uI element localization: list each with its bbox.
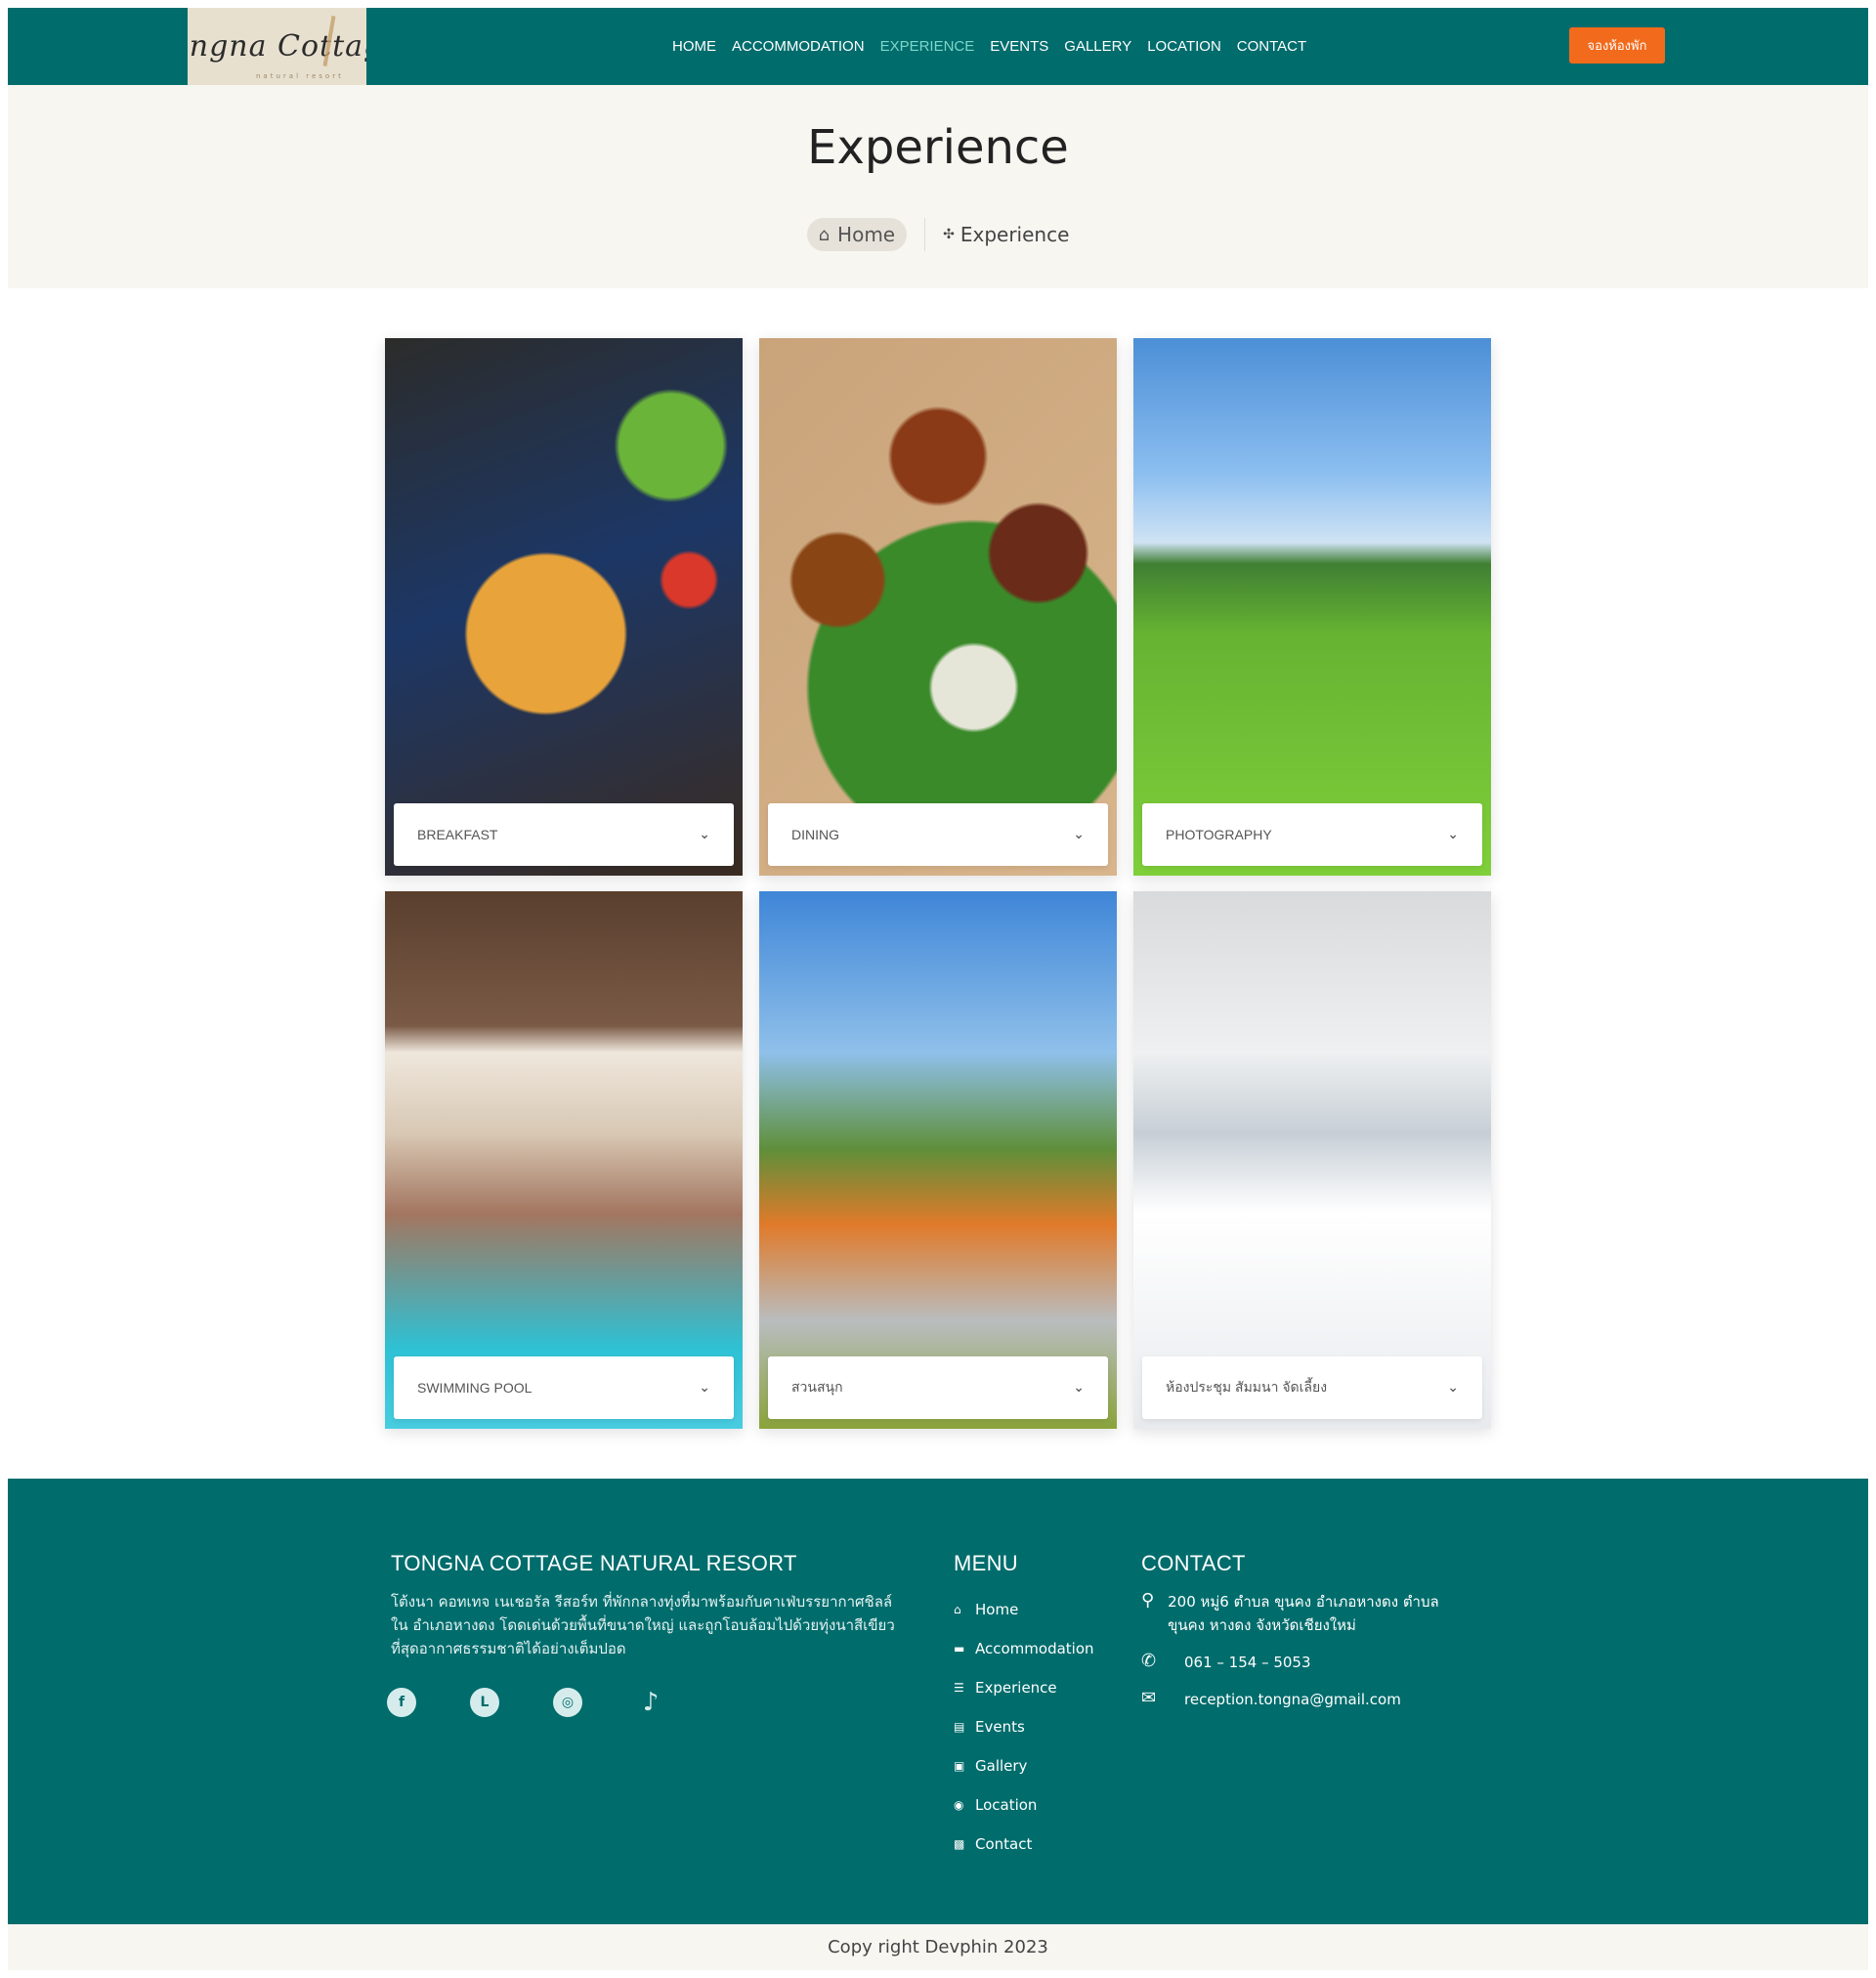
breadcrumb-divider	[924, 218, 926, 251]
contact-icon: ▩	[954, 1837, 965, 1851]
bed-icon: ▬	[954, 1642, 965, 1656]
logo-subtitle: natural resort	[256, 72, 344, 80]
footer-description: โต้งนา คอทเทจ เนเชอรัล รีสอร์ท ที่พักกลา…	[391, 1593, 895, 1657]
card-dropdown[interactable]: DINING ⌄	[768, 803, 1108, 866]
experience-card-pool[interactable]: SWIMMING POOL ⌄	[385, 891, 743, 1429]
dining-photo	[759, 338, 1117, 876]
experience-card-meeting[interactable]: ห้องประชุม สัมมนา จัดเลี้ยง ⌄	[1133, 891, 1491, 1429]
breadcrumb-home[interactable]: ⌂ Home	[806, 218, 908, 251]
footer-link-contact[interactable]: ▩ Contact	[954, 1825, 1094, 1864]
main-nav: HOME ACCOMMODATION EXPERIENCE EVENTS GAL…	[672, 8, 1322, 85]
social-links: f L ◎ ♪	[387, 1688, 719, 1717]
instagram-icon[interactable]: ◎	[553, 1688, 582, 1717]
address-text: 200 หมู่6 ตำบล ขุนคง อำเภอหางดง ตำบล ขุน…	[1168, 1593, 1439, 1634]
email-text: reception.tongna@gmail.com	[1184, 1691, 1401, 1708]
nav-events[interactable]: EVENTS	[990, 38, 1048, 55]
sparkle-icon: ✣	[943, 227, 955, 242]
page-header-band: Experience ⌂ Home ✣ Experience	[8, 85, 1868, 288]
contact-email[interactable]: ✉ reception.tongna@gmail.com	[1141, 1688, 1454, 1711]
card-label: PHOTOGRAPHY	[1166, 827, 1272, 842]
amusement-photo	[759, 891, 1117, 1429]
mail-icon: ✉	[1141, 1688, 1157, 1708]
breadcrumb-home-label: Home	[837, 223, 896, 246]
footer-link-label: Events	[975, 1718, 1025, 1736]
experience-card-dining[interactable]: DINING ⌄	[759, 338, 1117, 876]
tiktok-icon[interactable]: ♪	[636, 1688, 665, 1717]
footer-link-label: Gallery	[975, 1757, 1028, 1775]
facebook-icon[interactable]: f	[387, 1688, 416, 1717]
experience-card-breakfast[interactable]: BREAKFAST ⌄	[385, 338, 743, 876]
card-label: BREAKFAST	[417, 827, 498, 842]
card-label: DINING	[791, 827, 839, 842]
card-label: สวนสนุก	[791, 1379, 843, 1395]
experience-card-photography[interactable]: PHOTOGRAPHY ⌄	[1133, 338, 1491, 876]
chevron-down-icon: ⌄	[1447, 1380, 1459, 1396]
site-header: Tongna Cottage natural resort HOME ACCOM…	[8, 8, 1868, 85]
footer-about: TONGNA COTTAGE NATURAL RESORT โต้งนา คอท…	[391, 1551, 909, 1660]
card-dropdown[interactable]: สวนสนุก ⌄	[768, 1356, 1108, 1419]
chevron-down-icon: ⌄	[1447, 827, 1459, 842]
brand-logo[interactable]: Tongna Cottage natural resort	[188, 8, 366, 85]
breadcrumb-current: ✣ Experience	[943, 223, 1069, 246]
line-icon[interactable]: L	[470, 1688, 499, 1717]
footer-link-home[interactable]: ⌂ Home	[954, 1590, 1094, 1629]
location-pin-icon: ⚲	[1141, 1590, 1155, 1611]
footer-link-label: Accommodation	[975, 1640, 1094, 1657]
site-footer: TONGNA COTTAGE NATURAL RESORT โต้งนา คอท…	[8, 1479, 1868, 1924]
footer-contact: CONTACT ⚲ 200 หมู่6 ตำบล ขุนคง อำเภอหางด…	[1141, 1551, 1454, 1725]
document-icon: ▤	[954, 1720, 965, 1734]
contact-address: ⚲ 200 หมู่6 ตำบล ขุนคง อำเภอหางดง ตำบล ข…	[1141, 1590, 1454, 1637]
footer-title: TONGNA COTTAGE NATURAL RESORT	[391, 1551, 797, 1575]
chevron-down-icon: ⌄	[1073, 1380, 1085, 1396]
home-icon: ⌂	[954, 1603, 961, 1616]
phone-text: 061 – 154 – 5053	[1184, 1654, 1311, 1671]
photography-photo	[1133, 338, 1491, 876]
meeting-photo	[1133, 891, 1491, 1429]
breadcrumb: ⌂ Home ✣ Experience	[8, 218, 1868, 251]
card-dropdown[interactable]: PHOTOGRAPHY ⌄	[1142, 803, 1482, 866]
footer-link-accommodation[interactable]: ▬ Accommodation	[954, 1629, 1094, 1668]
copyright-bar: Copy right Devphin 2023	[8, 1924, 1868, 1970]
experience-card-amusement[interactable]: สวนสนุก ⌄	[759, 891, 1117, 1429]
footer-link-label: Location	[975, 1796, 1038, 1814]
footer-link-gallery[interactable]: ▣ Gallery	[954, 1746, 1094, 1785]
footer-link-label: Home	[975, 1601, 1019, 1618]
breadcrumb-current-label: Experience	[959, 223, 1070, 246]
nav-gallery[interactable]: GALLERY	[1064, 38, 1131, 55]
book-room-button[interactable]: จองห้องพัก	[1569, 27, 1665, 64]
chevron-down-icon: ⌄	[1073, 827, 1085, 842]
nav-location[interactable]: LOCATION	[1147, 38, 1221, 55]
footer-menu: MENU ⌂ Home ▬ Accommodation ☰ Experience ▤ E…	[954, 1551, 1094, 1864]
breakfast-photo	[385, 338, 743, 876]
page-title: Experience	[807, 120, 1069, 175]
card-label: SWIMMING POOL	[417, 1380, 533, 1396]
footer-link-location[interactable]: ◉ Location	[954, 1785, 1094, 1825]
nav-experience[interactable]: EXPERIENCE	[880, 38, 975, 55]
footer-menu-title: MENU	[954, 1551, 1018, 1575]
footer-link-events[interactable]: ▤ Events	[954, 1707, 1094, 1746]
chevron-down-icon: ⌄	[699, 827, 710, 842]
list-icon: ☰	[954, 1681, 964, 1695]
logo-text: Tongna Cottage	[188, 29, 366, 64]
contact-phone[interactable]: ✆ 061 – 154 – 5053	[1141, 1651, 1454, 1674]
card-dropdown[interactable]: SWIMMING POOL ⌄	[394, 1356, 734, 1419]
image-icon: ▣	[954, 1759, 965, 1773]
pin-icon: ◉	[954, 1798, 964, 1812]
card-label: ห้องประชุม สัมมนา จัดเลี้ยง	[1166, 1379, 1328, 1395]
footer-link-label: Experience	[975, 1679, 1057, 1697]
phone-icon: ✆	[1141, 1651, 1157, 1671]
footer-link-experience[interactable]: ☰ Experience	[954, 1668, 1094, 1707]
home-icon: ⌂	[818, 224, 831, 245]
card-dropdown[interactable]: BREAKFAST ⌄	[394, 803, 734, 866]
footer-contact-title: CONTACT	[1141, 1551, 1246, 1575]
nav-contact[interactable]: CONTACT	[1237, 38, 1306, 55]
pool-photo	[385, 891, 743, 1429]
nav-accommodation[interactable]: ACCOMMODATION	[732, 38, 865, 55]
footer-link-label: Contact	[975, 1835, 1033, 1853]
nav-home[interactable]: HOME	[672, 38, 716, 55]
chevron-down-icon: ⌄	[699, 1380, 710, 1396]
card-dropdown[interactable]: ห้องประชุม สัมมนา จัดเลี้ยง ⌄	[1142, 1356, 1482, 1419]
